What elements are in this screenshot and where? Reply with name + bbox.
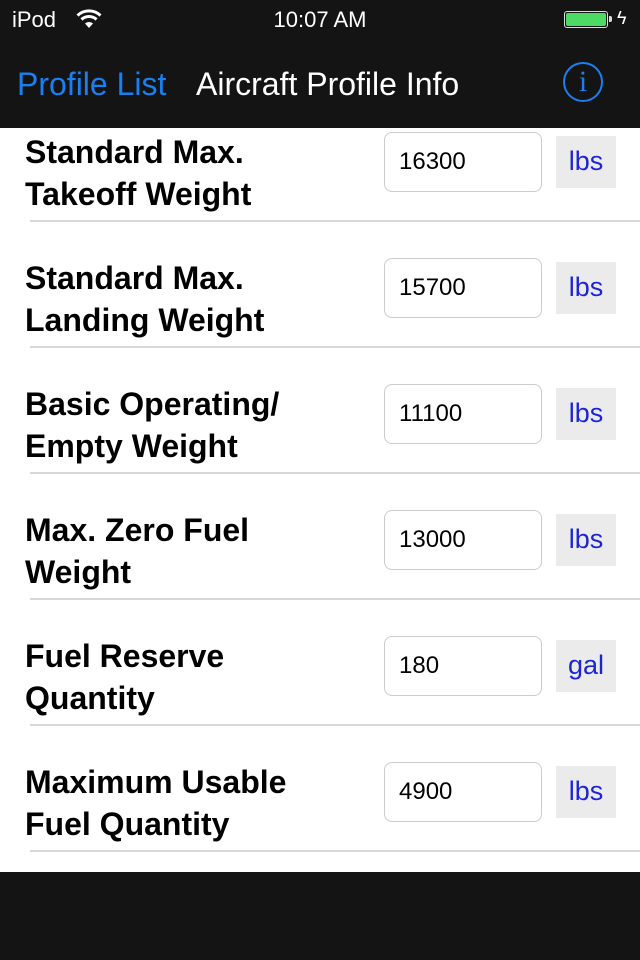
form-row-max-usable-fuel: Maximum Usable Fuel Quantity lbs xyxy=(0,726,640,852)
max-takeoff-weight-input[interactable] xyxy=(384,132,542,192)
unit-button[interactable]: lbs xyxy=(556,262,616,314)
row-separator xyxy=(30,850,640,852)
zero-fuel-weight-input[interactable] xyxy=(384,510,542,570)
form-list: Standard Max. Takeoff Weight lbs Standar… xyxy=(0,128,640,852)
field-label: Basic Operating/ Empty Weight xyxy=(25,386,280,464)
status-bar: iPod 10:07 AM ϟ xyxy=(0,0,640,40)
field-label: Maximum Usable Fuel Quantity xyxy=(25,764,287,842)
page-title: Aircraft Profile Info xyxy=(196,66,460,102)
field-label: Standard Max. Landing Weight xyxy=(25,260,265,338)
fuel-reserve-input[interactable] xyxy=(384,636,542,696)
unit-button[interactable]: lbs xyxy=(556,766,616,818)
form-row-zero-fuel-weight: Max. Zero Fuel Weight lbs xyxy=(0,474,640,600)
form-row-max-takeoff-weight: Standard Max. Takeoff Weight lbs xyxy=(0,128,640,222)
form-row-empty-weight: Basic Operating/ Empty Weight lbs xyxy=(0,348,640,474)
field-label: Standard Max. Takeoff Weight xyxy=(25,134,252,212)
navigation-bar: Profile List Aircraft Profile Info i xyxy=(0,40,640,128)
unit-button[interactable]: lbs xyxy=(556,514,616,566)
unit-button[interactable]: lbs xyxy=(556,136,616,188)
info-icon[interactable]: i xyxy=(563,62,603,102)
form-row-fuel-reserve: Fuel Reserve Quantity gal xyxy=(0,600,640,726)
field-label: Fuel Reserve Quantity xyxy=(25,638,225,716)
charging-bolt-icon: ϟ xyxy=(617,8,627,28)
max-usable-fuel-input[interactable] xyxy=(384,762,542,822)
form-row-max-landing-weight: Standard Max. Landing Weight lbs xyxy=(0,222,640,348)
back-button-profile-list[interactable]: Profile List xyxy=(17,66,166,103)
unit-button[interactable]: gal xyxy=(556,640,616,692)
battery-icon xyxy=(564,11,608,28)
field-label: Max. Zero Fuel Weight xyxy=(25,512,250,590)
clock: 10:07 AM xyxy=(273,7,367,32)
profile-form[interactable]: Standard Max. Takeoff Weight lbs Standar… xyxy=(0,128,640,872)
max-landing-weight-input[interactable] xyxy=(384,258,542,318)
empty-weight-input[interactable] xyxy=(384,384,542,444)
battery-tip xyxy=(609,16,612,22)
unit-button[interactable]: lbs xyxy=(556,388,616,440)
